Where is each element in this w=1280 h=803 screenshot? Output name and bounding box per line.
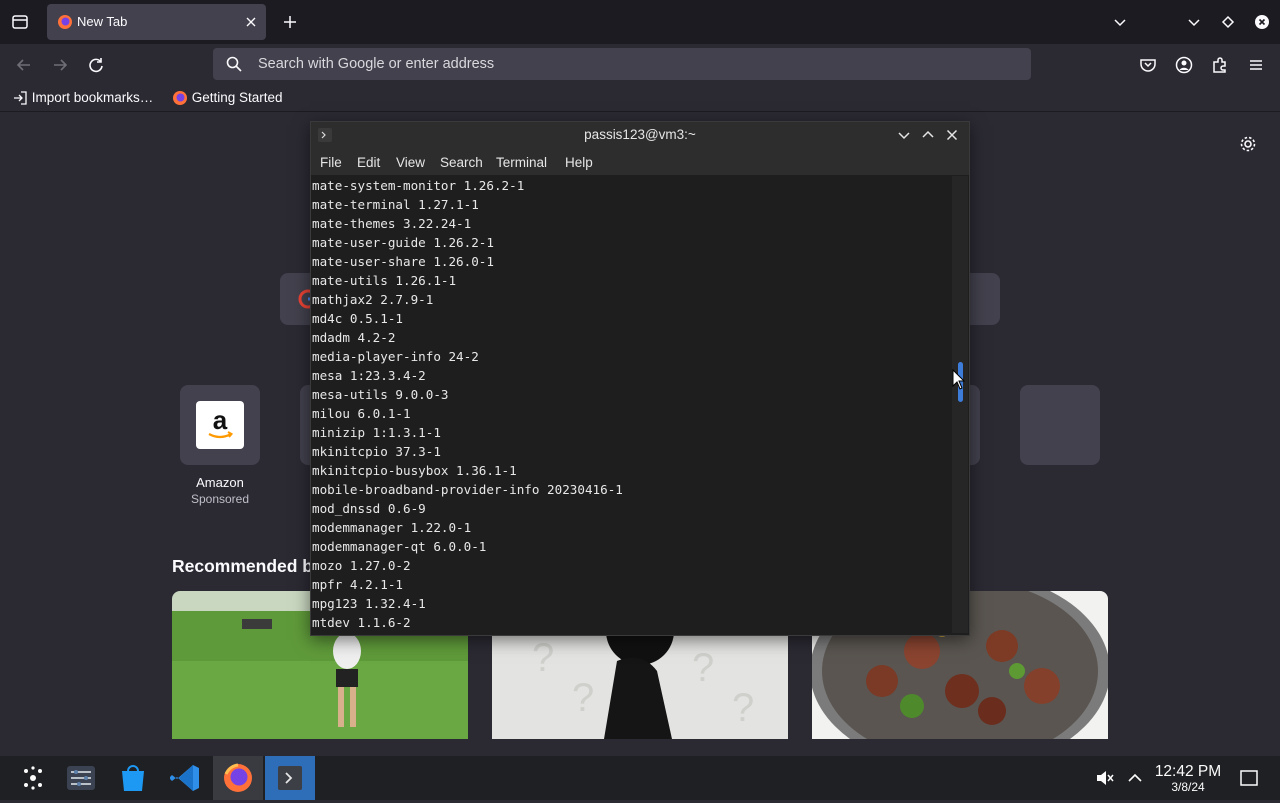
recommended-heading: Recommended b: [172, 556, 313, 576]
terminal-line: mate-utils 1.26.1-1: [312, 273, 457, 288]
close-tab-icon[interactable]: [242, 13, 260, 31]
terminal-line: md4c 0.5.1-1: [312, 311, 403, 326]
menu-edit[interactable]: Edit: [357, 155, 380, 170]
terminal-line: mate-terminal 1.27.1-1: [312, 197, 479, 212]
show-desktop-icon[interactable]: [1238, 767, 1260, 789]
terminal-line: mkinitcpio-busybox 1.36.1-1: [312, 463, 517, 478]
top-site-sponsored-label: Sponsored: [190, 492, 250, 506]
menu-view[interactable]: View: [396, 155, 425, 170]
search-icon: [225, 55, 243, 73]
svg-text:?: ?: [572, 676, 594, 720]
terminal-line: mpfr 4.2.1-1: [312, 577, 403, 592]
terminal-line: mate-system-monitor 1.26.2-1: [312, 178, 525, 193]
terminal-line: mate-user-share 1.26.0-1: [312, 254, 494, 269]
terminal-line: mpg123 1.32.4-1: [312, 596, 426, 611]
svg-text:?: ?: [692, 646, 714, 690]
terminal-line: mtdev 1.1.6-2: [312, 615, 411, 630]
terminal-line: mesa-utils 9.0.0-3: [312, 387, 449, 402]
svg-text:?: ?: [532, 636, 554, 680]
pocket-icon[interactable]: [1136, 53, 1160, 77]
taskbar-firefox[interactable]: [213, 756, 263, 800]
terminal-scrollbar[interactable]: [952, 176, 968, 633]
top-site-tile[interactable]: [1020, 385, 1100, 465]
menu-icon[interactable]: [1244, 53, 1268, 77]
terminal-line: modemmanager 1.22.0-1: [312, 520, 472, 535]
terminal-line: modemmanager-qt 6.0.0-1: [312, 539, 487, 554]
menu-file[interactable]: File: [320, 155, 342, 170]
terminal-line: mate-themes 3.22.24-1: [312, 216, 472, 231]
import-icon: [12, 89, 32, 105]
vscode-icon[interactable]: [163, 758, 209, 798]
terminal-icon: [276, 764, 304, 792]
terminal-menubar: File Edit View Search Terminal Help: [311, 149, 969, 175]
list-all-tabs-icon[interactable]: [1108, 10, 1132, 34]
tab-list-icon[interactable]: [8, 10, 32, 34]
terminal-close-icon[interactable]: [943, 126, 961, 144]
discover-store-icon[interactable]: [110, 758, 156, 798]
terminal-line: mobile-broadband-provider-info 20230416-…: [312, 482, 623, 497]
extensions-icon[interactable]: [1208, 53, 1232, 77]
volume-muted-icon[interactable]: [1094, 767, 1116, 789]
taskbar-terminal[interactable]: [265, 756, 315, 800]
terminal-title: passis123@vm3:~: [584, 127, 696, 142]
svg-text:?: ?: [732, 686, 754, 730]
system-settings-icon[interactable]: [58, 758, 104, 798]
clock-time[interactable]: 12:42 PM: [1152, 763, 1224, 781]
bookmark-label: Import bookmarks…: [31, 89, 154, 105]
minimize-window-icon[interactable]: [1182, 10, 1206, 34]
top-site-label: Amazon: [196, 475, 244, 490]
firefox-icon: [57, 14, 73, 30]
terminal-line: milou 6.0.1-1: [312, 406, 411, 421]
settings-gear-icon[interactable]: [1236, 132, 1260, 156]
tab-new-tab[interactable]: New Tab: [47, 4, 266, 40]
back-icon[interactable]: [12, 53, 36, 77]
terminal-output[interactable]: mate-system-monitor 1.26.2-1 mate-termin…: [312, 176, 952, 633]
menu-search[interactable]: Search: [440, 155, 483, 170]
terminal-line: mesa 1:23.3.4-2: [312, 368, 426, 383]
top-site-amazon[interactable]: a: [180, 385, 260, 465]
terminal-line: mate-user-guide 1.26.2-1: [312, 235, 494, 250]
svg-text:a: a: [213, 405, 228, 435]
reload-icon[interactable]: [84, 53, 108, 77]
system-tray-expand-icon[interactable]: [1124, 767, 1146, 789]
menu-help[interactable]: Help: [565, 155, 593, 170]
terminal-window[interactable]: passis123@vm3:~ File Edit View Search Te…: [310, 121, 970, 636]
terminal-titlebar[interactable]: passis123@vm3:~: [311, 122, 969, 149]
firefox-icon: [172, 89, 192, 105]
address-bar[interactable]: Search with Google or enter address: [213, 48, 1031, 80]
terminal-line: mdadm 4.2-2: [312, 330, 396, 345]
address-bar-placeholder: Search with Google or enter address: [258, 56, 495, 72]
terminal-line: minizip 1:1.3.1-1: [312, 425, 441, 440]
new-tab-button[interactable]: [278, 10, 302, 34]
close-window-icon[interactable]: [1250, 10, 1274, 34]
application-launcher-icon[interactable]: [10, 758, 56, 798]
maximize-window-icon[interactable]: [1216, 10, 1240, 34]
bookmark-label: Getting Started: [191, 89, 283, 105]
mouse-cursor-icon: [952, 368, 966, 391]
forward-icon[interactable]: [48, 53, 72, 77]
terminal-line: mathjax2 2.7.9-1: [312, 292, 434, 307]
tab-title: New Tab: [77, 14, 128, 29]
terminal-line: mkinitcpio 37.3-1: [312, 444, 441, 459]
terminal-line: mod_dnssd 0.6-9: [312, 501, 426, 516]
bookmark-getting-started[interactable]: Getting Started: [172, 89, 283, 107]
account-icon[interactable]: [1172, 53, 1196, 77]
amazon-logo-icon: a: [196, 401, 244, 449]
bookmark-import[interactable]: Import bookmarks…: [12, 89, 153, 107]
menu-terminal[interactable]: Terminal: [496, 155, 547, 170]
clock-date[interactable]: 3/8/24: [1152, 780, 1224, 794]
terminal-line: mozo 1.27.0-2: [312, 558, 411, 573]
firefox-icon: [220, 762, 256, 794]
terminal-maximize-icon[interactable]: [919, 126, 937, 144]
terminal-line: media-player-info 24-2: [312, 349, 479, 364]
terminal-minimize-icon[interactable]: [895, 126, 913, 144]
